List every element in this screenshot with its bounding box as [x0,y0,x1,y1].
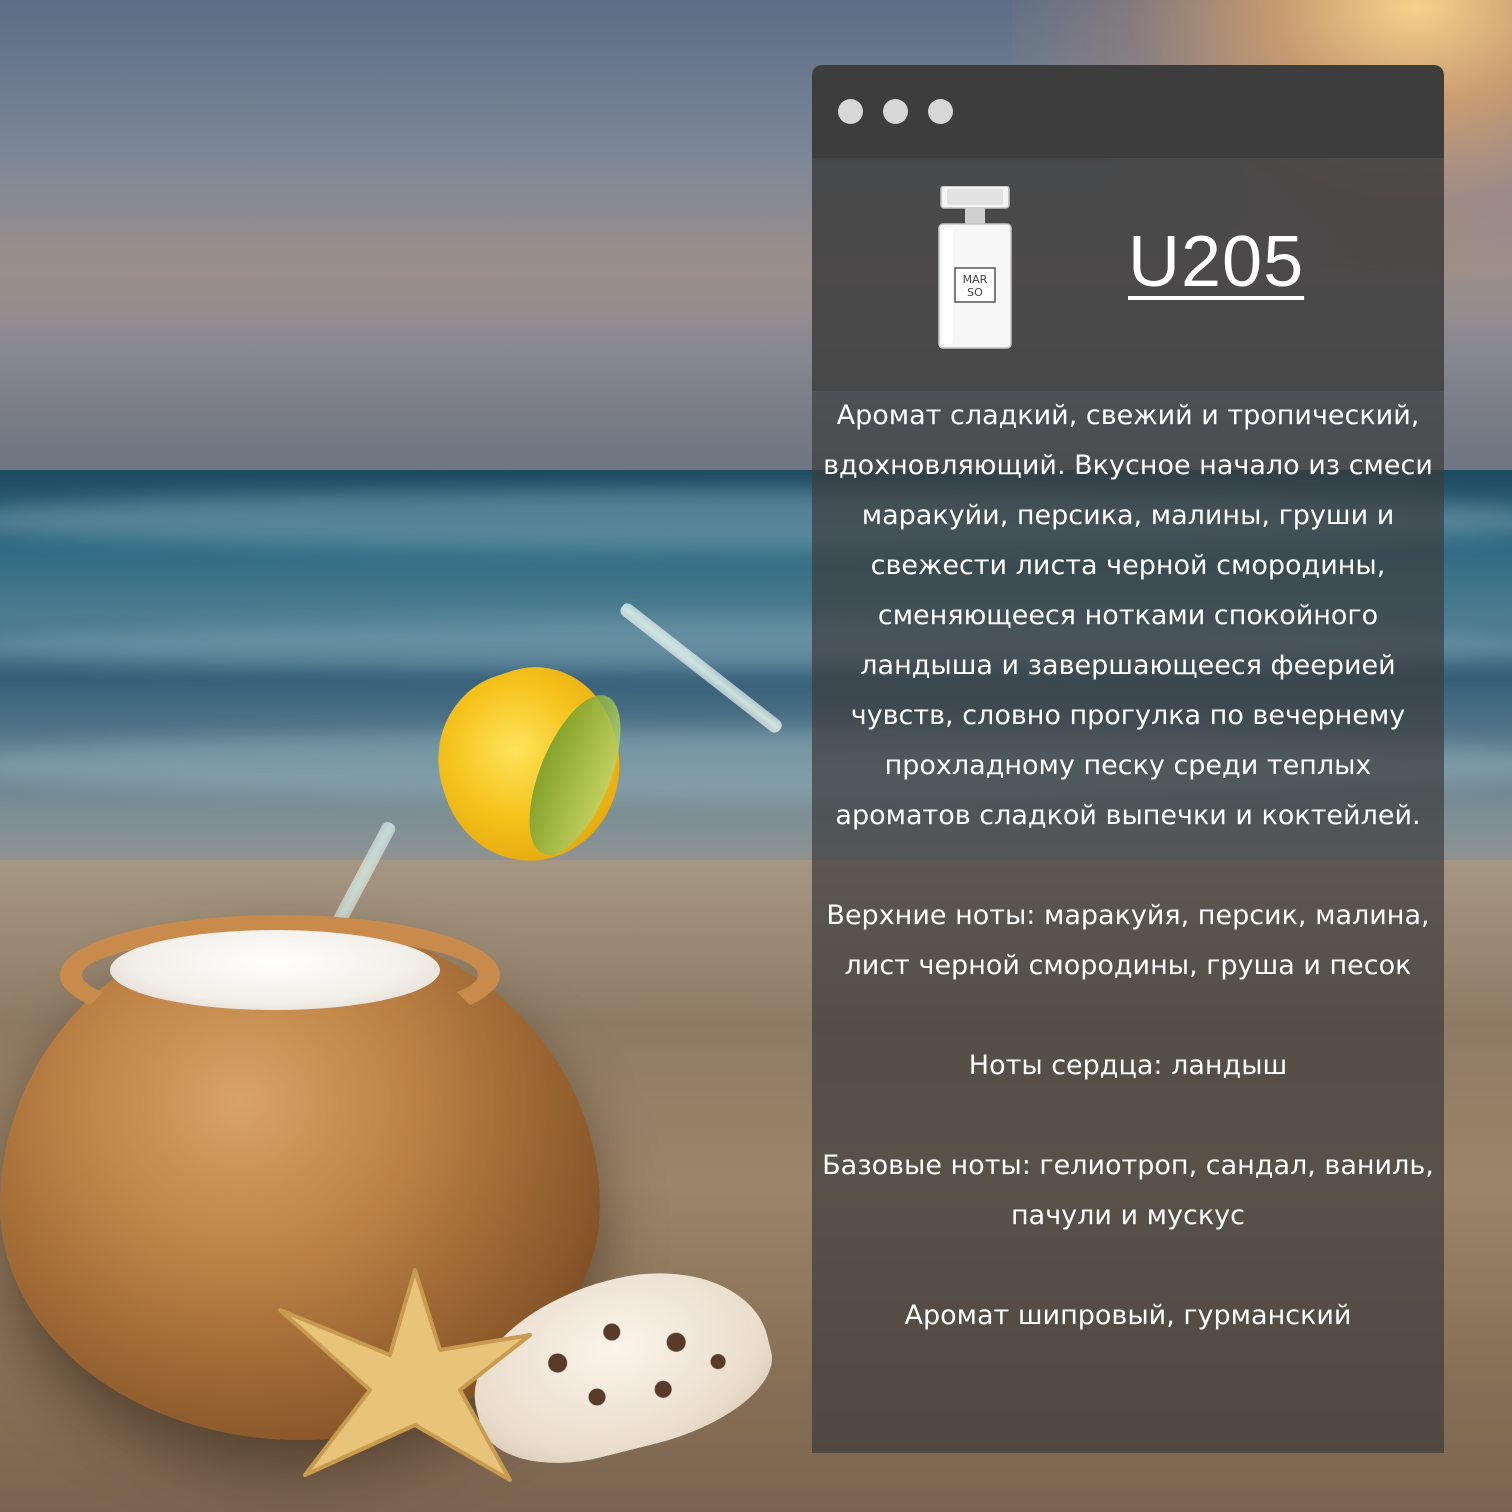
description-paragraph: Аромат сладкий, свежий и тропический, вд… [823,400,1433,831]
product-window: MAR SO U205 Аромат сладкий, свежий и тро… [812,65,1444,1453]
fragrance-character-text: Аромат шипровый, гурманский [904,1300,1352,1331]
product-code-link[interactable]: U205 [1128,226,1304,298]
perfume-bottle-image: MAR SO [938,186,1012,349]
window-dot-icon[interactable] [838,99,863,124]
top-notes-text: Верхние ноты: маракуйя, персик, малина, … [826,900,1430,981]
base-notes-text: Базовые ноты: гелиотроп, сандал, ваниль,… [822,1150,1434,1231]
starfish-icon [278,1268,532,1482]
bottle-label: SO [967,286,983,299]
product-description-panel: Аромат сладкий, свежий и тропический, вд… [812,391,1444,1453]
product-header: MAR SO U205 [812,158,1444,391]
description-text-block: Аромат сладкий, свежий и тропический, вд… [820,391,1436,1341]
window-titlebar [812,65,1444,158]
coconut-flesh [110,930,440,1010]
window-dot-icon[interactable] [883,99,908,124]
bottle-label: MAR [963,273,988,286]
heart-notes-text: Ноты сердца: ландыш [968,1050,1288,1081]
window-dot-icon[interactable] [928,99,953,124]
